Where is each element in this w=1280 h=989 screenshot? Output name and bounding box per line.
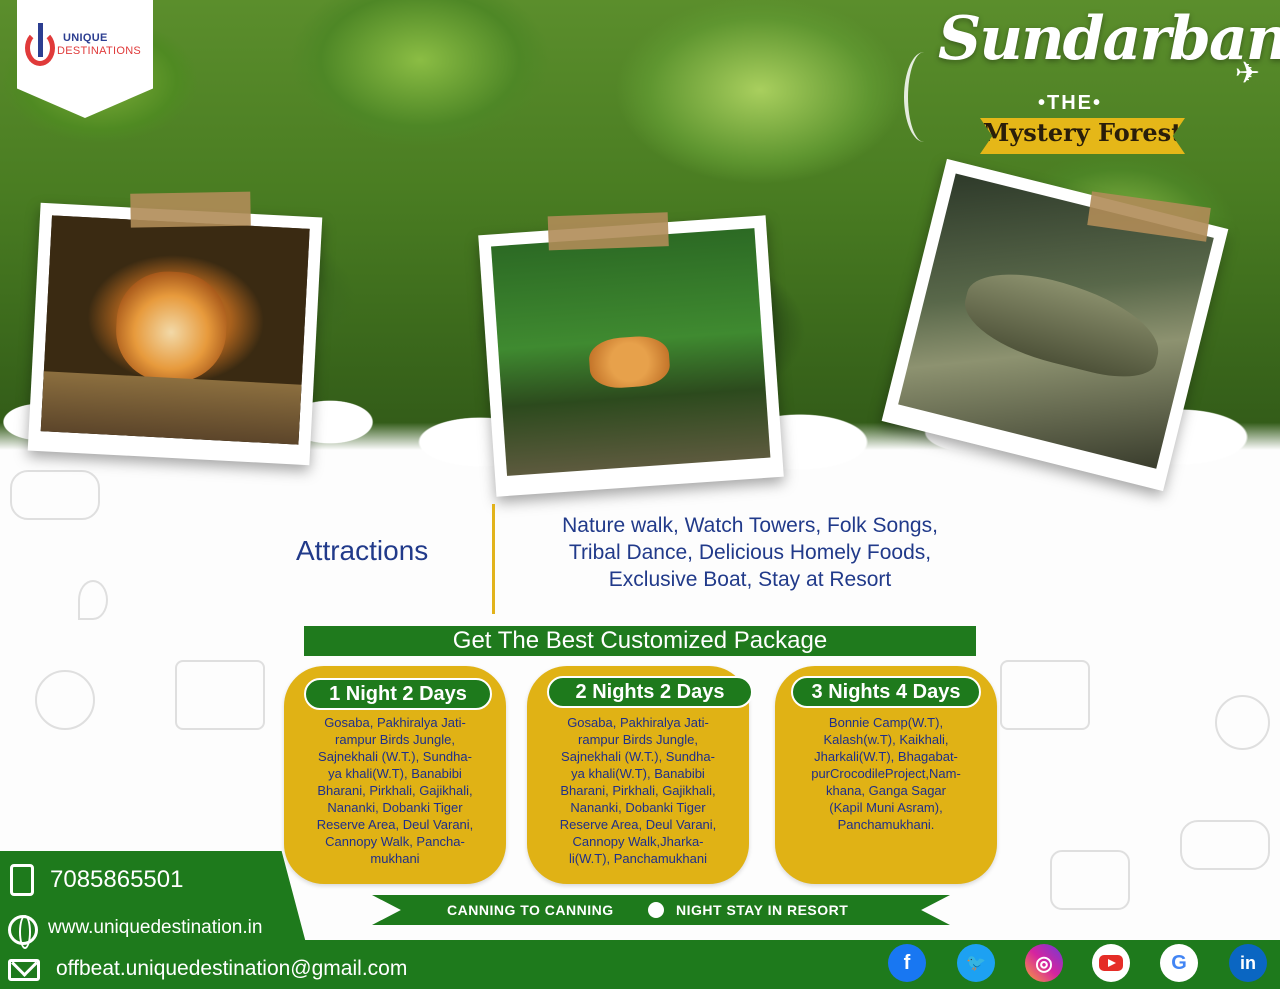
- itinerary-line: Nananki, Dobanki Tiger: [327, 800, 463, 815]
- linkedin-glyph: in: [1240, 952, 1256, 973]
- website-link[interactable]: www.uniquedestination.in: [48, 917, 262, 939]
- package-card-1n2d[interactable]: 1 Night 2 Days Gosaba, Pakhiralya Jati- …: [284, 666, 506, 884]
- globe-doodle: [1215, 695, 1270, 750]
- google-icon[interactable]: G: [1160, 944, 1198, 982]
- itinerary-line: Jharkali(W.T), Bhagabat-: [814, 749, 958, 764]
- twitter-glyph: 🐦: [966, 955, 986, 972]
- twitter-icon[interactable]: 🐦: [957, 944, 995, 982]
- ribbon-dot: [648, 902, 664, 918]
- attractions-list: Nature walk, Watch Towers, Folk Songs, T…: [510, 512, 990, 593]
- package-itinerary: Gosaba, Pakhiralya Jati- rampur Birds Ju…: [296, 714, 494, 867]
- youtube-icon[interactable]: [1092, 944, 1130, 982]
- itinerary-line: Sajnekhali (W.T.), Sundha-: [561, 749, 715, 764]
- itinerary-line: rampur Birds Jungle,: [335, 732, 455, 747]
- paper-plane-icon: ✈: [1234, 56, 1260, 91]
- itinerary-line: Bonnie Camp(W.T),: [828, 715, 944, 730]
- rock-ledge: [40, 371, 302, 445]
- attractions-heading: Attractions: [296, 535, 429, 566]
- itinerary-line: Reserve Area, Deul Varani,: [316, 817, 474, 832]
- poster-title: Sundarban ✈ •THE•: [930, 4, 1280, 124]
- attractions-divider: [492, 504, 495, 614]
- attractions-line: Exclusive Boat, Stay at Resort: [608, 568, 892, 591]
- logo-text-top: UNIQUE: [63, 32, 108, 44]
- itinerary-line: (Kapil Muni Asram),: [829, 800, 943, 815]
- package-title-pill: 1 Night 2 Days: [304, 678, 492, 710]
- google-glyph: G: [1171, 951, 1187, 974]
- title-ribbon-text: Mystery Forest: [982, 118, 1183, 147]
- facebook-icon[interactable]: f: [888, 944, 926, 982]
- package-heading-bar: Get The Best Customized Package: [304, 626, 976, 656]
- linkedin-icon[interactable]: in: [1229, 944, 1267, 982]
- mail-icon: [8, 959, 40, 981]
- itinerary-line: Bharani, Pirkhali, Gajikhali,: [560, 783, 716, 798]
- logo-mark-icon: [25, 23, 55, 66]
- tiger-face: [113, 268, 230, 385]
- itinerary-line: Reserve Area, Deul Varani,: [559, 817, 717, 832]
- photo-tape: [130, 191, 251, 228]
- camera-doodle: [1050, 850, 1130, 910]
- phone-number[interactable]: 7085865501: [50, 866, 183, 894]
- itinerary-line: li(W.T), Panchamukhani: [569, 851, 707, 866]
- car-doodle: [1180, 820, 1270, 870]
- itinerary-line: Panchamukhani.: [837, 817, 935, 832]
- itinerary-line: Kalash(w.T), Kaikhali,: [823, 732, 949, 747]
- sun-doodle: [35, 670, 95, 730]
- poster: UNIQUE DESTINATIONS Sundarban ✈ •THE• My…: [0, 0, 1280, 989]
- crocodile-head: [955, 260, 1170, 387]
- car-doodle: [10, 470, 100, 520]
- globe-icon: [8, 915, 38, 949]
- package-title: 2 Nights 2 Days: [575, 681, 725, 703]
- package-title-pill: 3 Nights 4 Days: [791, 676, 981, 708]
- stay-text: NIGHT STAY IN RESORT: [676, 902, 849, 918]
- deer-image: [491, 228, 771, 476]
- itinerary-line: purCrocodileProject,Nam-: [811, 766, 961, 781]
- package-title: 1 Night 2 Days: [329, 683, 467, 705]
- instagram-icon[interactable]: ◎: [1025, 944, 1063, 982]
- route-ribbon: CANNING TO CANNING NIGHT STAY IN RESORT: [372, 895, 950, 925]
- package-itinerary: Gosaba, Pakhiralya Jati- rampur Birds Ju…: [539, 714, 737, 867]
- deer-photo: [478, 212, 784, 497]
- itinerary-line: Nananki, Dobanki Tiger: [570, 800, 706, 815]
- email-link[interactable]: offbeat.uniquedestination@gmail.com: [56, 957, 407, 981]
- package-title-pill: 2 Nights 2 Days: [547, 676, 753, 708]
- suitcase-doodle: [175, 660, 265, 730]
- package-title: 3 Nights 4 Days: [811, 681, 961, 703]
- package-heading: Get The Best Customized Package: [452, 627, 828, 654]
- tiger-photo: [27, 191, 323, 466]
- itinerary-line: Bharani, Pirkhali, Gajikhali,: [317, 783, 473, 798]
- facebook-glyph: f: [903, 951, 911, 974]
- package-card-2n2d[interactable]: 2 Nights 2 Days Gosaba, Pakhiralya Jati-…: [527, 666, 753, 884]
- suitcase-doodle: [1000, 660, 1090, 730]
- instagram-glyph: ◎: [1035, 952, 1053, 975]
- phone-icon: [10, 864, 34, 896]
- title-main: Sundarban: [938, 4, 1280, 74]
- attractions-line: Tribal Dance, Delicious Homely Foods,: [568, 541, 932, 564]
- youtube-glyph: [1099, 955, 1123, 971]
- tiger-image: [40, 215, 310, 445]
- deer-body: [587, 334, 672, 390]
- package-card-3n4d[interactable]: 3 Nights 4 Days Bonnie Camp(W.T), Kalash…: [775, 666, 997, 884]
- itinerary-line: Cannopy Walk, Pancha-: [325, 834, 465, 849]
- itinerary-line: mukhani: [370, 851, 420, 866]
- itinerary-line: Gosaba, Pakhiralya Jati-: [567, 715, 709, 730]
- itinerary-line: khana, Ganga Sagar: [826, 783, 946, 798]
- itinerary-line: Gosaba, Pakhiralya Jati-: [324, 715, 466, 730]
- itinerary-line: rampur Birds Jungle,: [578, 732, 698, 747]
- location-pin-doodle: [78, 580, 108, 620]
- itinerary-line: ya khali(W.T), Banabibi: [571, 766, 705, 781]
- photo-tape: [547, 212, 669, 251]
- itinerary-line: Cannopy Walk,Jharka-: [572, 834, 704, 849]
- logo-text-bottom: DESTINATIONS: [57, 45, 142, 57]
- itinerary-line: Sajnekhali (W.T.), Sundha-: [318, 749, 472, 764]
- title-ribbon: Mystery Forest: [980, 118, 1185, 154]
- attractions-line: Nature walk, Watch Towers, Folk Songs,: [562, 514, 938, 537]
- route-text: CANNING TO CANNING: [447, 902, 614, 918]
- itinerary-line: ya khali(W.T), Banabibi: [328, 766, 462, 781]
- package-itinerary: Bonnie Camp(W.T), Kalash(w.T), Kaikhali,…: [787, 714, 985, 833]
- title-the: •THE•: [1038, 92, 1103, 114]
